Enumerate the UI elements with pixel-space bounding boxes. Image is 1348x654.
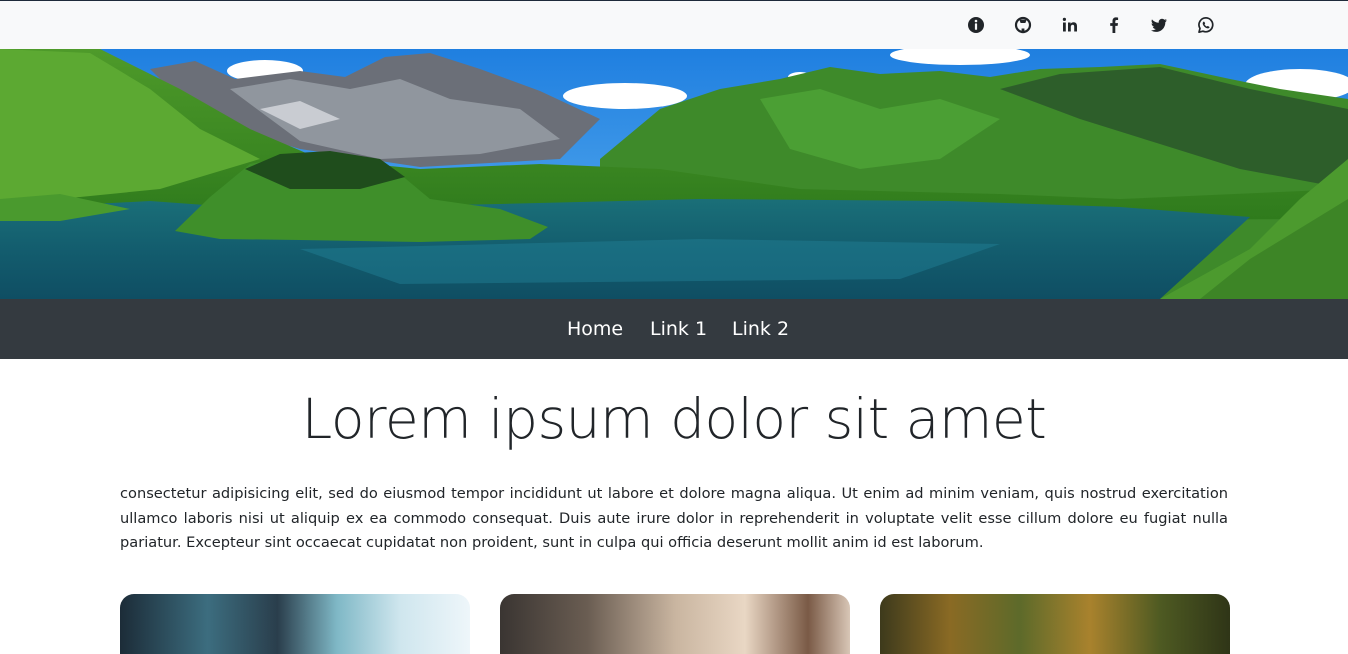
whatsapp-icon <box>1198 16 1214 34</box>
top-bar <box>0 1 1348 49</box>
linkedin-icon <box>1062 17 1077 32</box>
facebook-icon <box>1110 17 1119 33</box>
info-icon <box>968 17 984 33</box>
info-link[interactable] <box>966 15 986 35</box>
card-image-1[interactable] <box>120 594 470 654</box>
twitter-icon <box>1151 18 1167 32</box>
nav-link-2[interactable]: Link 2 <box>732 318 789 340</box>
intro-paragraph: consectetur adipisicing elit, sed do eiu… <box>120 485 1228 551</box>
nav-home[interactable]: Home <box>567 318 623 340</box>
facebook-link[interactable] <box>1104 15 1124 35</box>
whatsapp-link[interactable] <box>1196 15 1216 35</box>
twitter-link[interactable] <box>1149 15 1169 35</box>
hero-banner-image <box>0 49 1348 299</box>
github-icon <box>1014 16 1032 34</box>
card-image-3[interactable] <box>880 594 1230 654</box>
github-link[interactable] <box>1013 15 1033 35</box>
linkedin-link[interactable] <box>1060 15 1080 35</box>
nav-link-1[interactable]: Link 1 <box>650 318 707 340</box>
mountain-lake-image <box>0 49 1348 299</box>
main-navbar: Home Link 1 Link 2 <box>0 299 1348 359</box>
card-image-2[interactable] <box>500 594 850 654</box>
page-title: Lorem ipsum dolor sit amet <box>301 387 1047 451</box>
